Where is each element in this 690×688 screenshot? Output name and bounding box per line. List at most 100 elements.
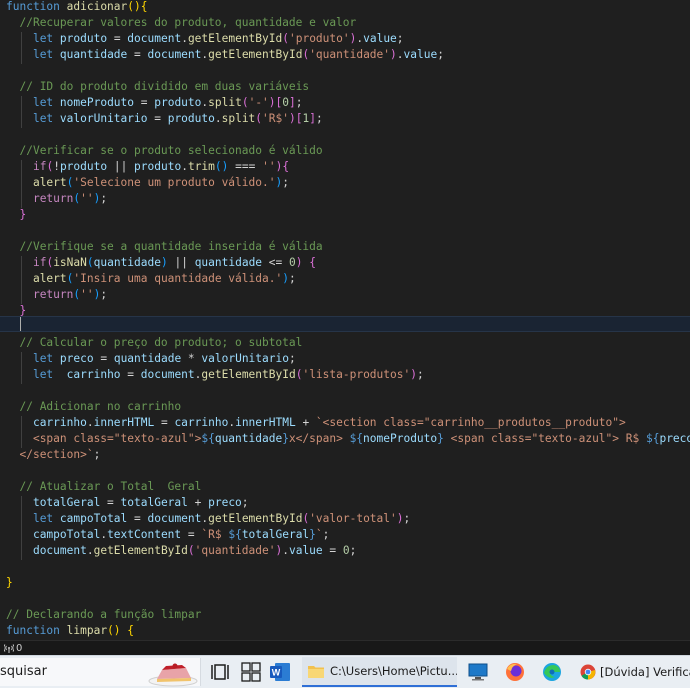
code-token: ;: [403, 512, 411, 525]
remote-desktop-icon[interactable]: [466, 660, 490, 684]
code-line: alert('Selecione um produto válido.');: [6, 175, 289, 191]
code-token: //Verifique se a quantidade inserida é v…: [19, 240, 323, 253]
code-token: =: [134, 96, 155, 109]
code-token: quantidade: [214, 432, 283, 445]
code-token: `<section class="carrinho__produtos__pro…: [315, 416, 626, 429]
code-token: 'quantidade': [309, 48, 391, 61]
code-token: innerHTML: [235, 416, 296, 429]
taskbar-explorer-window[interactable]: C:\Users\Home\Pictu...: [302, 657, 457, 687]
code-token: +: [295, 416, 316, 429]
code-token: return: [32, 192, 74, 205]
code-token: ;: [437, 48, 444, 61]
code-token: (): [107, 624, 121, 637]
ports-indicator[interactable]: 0: [4, 642, 22, 655]
code-token: .: [282, 544, 289, 557]
code-token: }: [437, 432, 444, 445]
code-token: ;: [295, 96, 303, 109]
chrome-window-title: [Dúvida] Verificaç...: [600, 665, 690, 679]
code-token: .: [181, 32, 188, 45]
code-line: let produto = document.getElementById('p…: [6, 31, 404, 47]
explorer-window-title: C:\Users\Home\Pictu...: [330, 664, 457, 678]
code-line: let valorUnitario = produto.split('R$')[…: [6, 111, 323, 127]
task-view-icon[interactable]: [210, 660, 234, 684]
code-token: =: [322, 544, 343, 557]
code-token: value: [288, 544, 323, 557]
code-token: 'Insira uma quantidade válida.': [73, 272, 283, 285]
code-token: ]: [309, 112, 316, 125]
code-token: campoTotal: [32, 528, 101, 541]
code-token: (: [282, 32, 289, 45]
code-token: getElementById: [208, 48, 303, 61]
code-token: value: [403, 48, 438, 61]
code-token: '-': [248, 96, 269, 109]
taskbar-chrome-window[interactable]: [Dúvida] Verificaç...: [576, 657, 690, 687]
code-token: quantidade: [93, 256, 161, 269]
code-line: //Verifique se a quantidade inserida é v…: [6, 239, 323, 255]
code-token: split: [208, 96, 242, 109]
code-line: </section>`;: [6, 447, 100, 463]
word-icon[interactable]: W: [268, 660, 292, 684]
code-token: }: [309, 528, 316, 541]
code-token: getElementById: [201, 368, 296, 381]
code-token: ]: [289, 96, 296, 109]
code-token: (): [214, 160, 229, 173]
code-line: // Declarando a função limpar: [6, 607, 201, 623]
code-token: carrinho: [32, 416, 87, 429]
code-line: // Atualizar o Total Geral: [6, 479, 201, 495]
code-editor[interactable]: function adicionar(){ //Recuperar valore…: [0, 0, 690, 640]
code-line: carrinho.innerHTML = carrinho.innerHTML …: [6, 415, 626, 431]
code-token: {: [282, 160, 290, 173]
code-token: trim: [187, 160, 215, 173]
code-token: ): [295, 256, 303, 269]
code-token: function: [6, 624, 60, 637]
chrome-icon: [580, 664, 596, 680]
code-token: quantidade: [59, 48, 128, 61]
code-token: 'produto': [288, 32, 350, 45]
code-line: function adicionar(){: [6, 0, 147, 15]
code-token: =: [120, 368, 141, 381]
code-token: }: [282, 432, 289, 445]
code-token: =: [93, 352, 114, 365]
widgets-icon[interactable]: [239, 660, 263, 684]
code-token: // Declarando a função limpar: [6, 608, 202, 621]
code-token: produto: [134, 160, 182, 173]
code-line: totalGeral = totalGeral + preco;: [6, 495, 249, 511]
code-token: produto: [154, 96, 202, 109]
code-line: // Calcular o preço do produto; o subtot…: [6, 335, 302, 351]
code-token: ===: [228, 160, 263, 173]
code-token: nomeProduto: [59, 96, 135, 109]
code-token: nomeProduto: [363, 432, 438, 445]
code-token: // Atualizar o Total Geral: [19, 480, 202, 493]
code-token: `: [315, 528, 323, 541]
code-line: return('');: [6, 191, 107, 207]
code-token: carrinho: [66, 368, 121, 381]
folder-icon: [308, 666, 324, 678]
code-token: ;: [100, 288, 108, 301]
search-box[interactable]: squisar: [0, 658, 201, 687]
code-token: ;: [282, 176, 289, 189]
code-token: ${: [645, 432, 660, 445]
ports-count: 0: [16, 643, 23, 654]
code-line: if(!produto || produto.trim() === ''){: [6, 159, 289, 175]
code-token: .: [181, 160, 188, 173]
code-token: valorUnitario: [59, 112, 148, 125]
firefox-icon[interactable]: [503, 660, 527, 684]
code-line: }: [6, 303, 26, 319]
code-line: //Verificar se o produto selecionado é v…: [6, 143, 322, 159]
edge-icon[interactable]: [540, 660, 564, 684]
code-token: ;: [93, 448, 101, 461]
code-token: ${: [228, 528, 242, 541]
